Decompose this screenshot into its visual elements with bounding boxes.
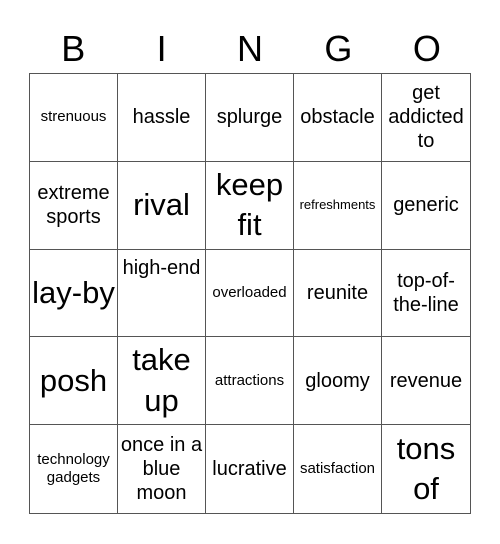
header-letter-b: B [61,28,86,69]
bingo-cell-text: posh [39,362,108,398]
bingo-cell[interactable]: splurge [206,74,294,162]
bingo-cell[interactable]: refreshments [294,161,382,250]
bingo-cell-text: splurge [216,106,283,129]
bingo-cell[interactable]: lucrative [206,425,294,513]
bingo-cell[interactable]: satisfaction [294,425,382,513]
header-letter-g: G [324,28,353,69]
bingo-cell-text: top-of-the-line [393,269,459,316]
bingo-grid: strenuous hassle splurge obstacle get addict… [29,73,471,514]
bingo-cell-text: lay-by [32,274,115,310]
header-letter-n: N [237,28,264,69]
bingo-cell[interactable]: revenue [382,337,470,426]
bingo-cell[interactable]: high-end [118,249,206,338]
bingo-cell-text: get addicted to [388,82,464,153]
bingo-cell[interactable]: posh [30,337,118,426]
bingo-cell-text: once in a blue moon [120,434,203,505]
bingo-cell-text: reunite [306,281,369,304]
bingo-cell-text: obstacle [300,106,375,129]
bingo-cell-text: lucrative [212,458,287,481]
bingo-cell[interactable]: technology gadgets [30,425,118,513]
bingo-cell-text: generic [393,194,459,217]
bingo-cell[interactable]: gloomy [294,337,382,426]
bingo-cell[interactable]: obstacle [294,74,382,162]
bingo-cell[interactable]: keep fit [206,161,294,250]
bingo-cell-text: satisfaction [299,460,376,478]
bingo-cell[interactable]: strenuous [30,74,118,162]
bingo-cell[interactable]: extreme sports [30,161,118,250]
bingo-cell-text: extreme sports [37,182,110,229]
bingo-cell[interactable]: hassle [118,74,206,162]
bingo-cell-text: tons of [396,430,456,507]
bingo-cell[interactable]: lay-by [30,249,118,338]
bingo-cell-text: hassle [132,106,191,129]
bingo-cell[interactable]: attractions [206,337,294,426]
header-letter-i: I [156,28,167,69]
bingo-cell-text: refreshments [299,197,376,213]
bingo-cell-text: keep fit [215,166,284,243]
bingo-cell[interactable]: take up [118,337,206,426]
bingo-cell-text: attractions [214,371,285,389]
bingo-cell-text: gloomy [305,369,370,392]
bingo-cell-text: rival [133,187,190,223]
bingo-cell[interactable]: top-of-the-line [382,250,470,338]
bingo-cell[interactable]: overloaded [206,249,294,338]
bingo-cell[interactable]: rival [118,161,206,250]
bingo-cell[interactable]: reunite [294,249,382,338]
bingo-cell[interactable]: get addicted to [382,74,470,162]
bingo-cell-text: revenue [389,369,463,392]
bingo-cell[interactable]: generic [382,162,470,250]
bingo-cell[interactable]: tons of [382,425,470,513]
bingo-cell-text: overloaded [212,283,287,301]
bingo-cell[interactable]: once in a blue moon [118,425,206,513]
bingo-cell-text: take up [132,342,191,418]
header-letter-o: O [412,28,441,69]
bingo-header: B I N G O [29,26,471,72]
bingo-cell-text: technology gadgets [37,451,110,487]
bingo-cell-text: high-end [122,256,201,279]
bingo-cell-text: strenuous [40,108,107,126]
